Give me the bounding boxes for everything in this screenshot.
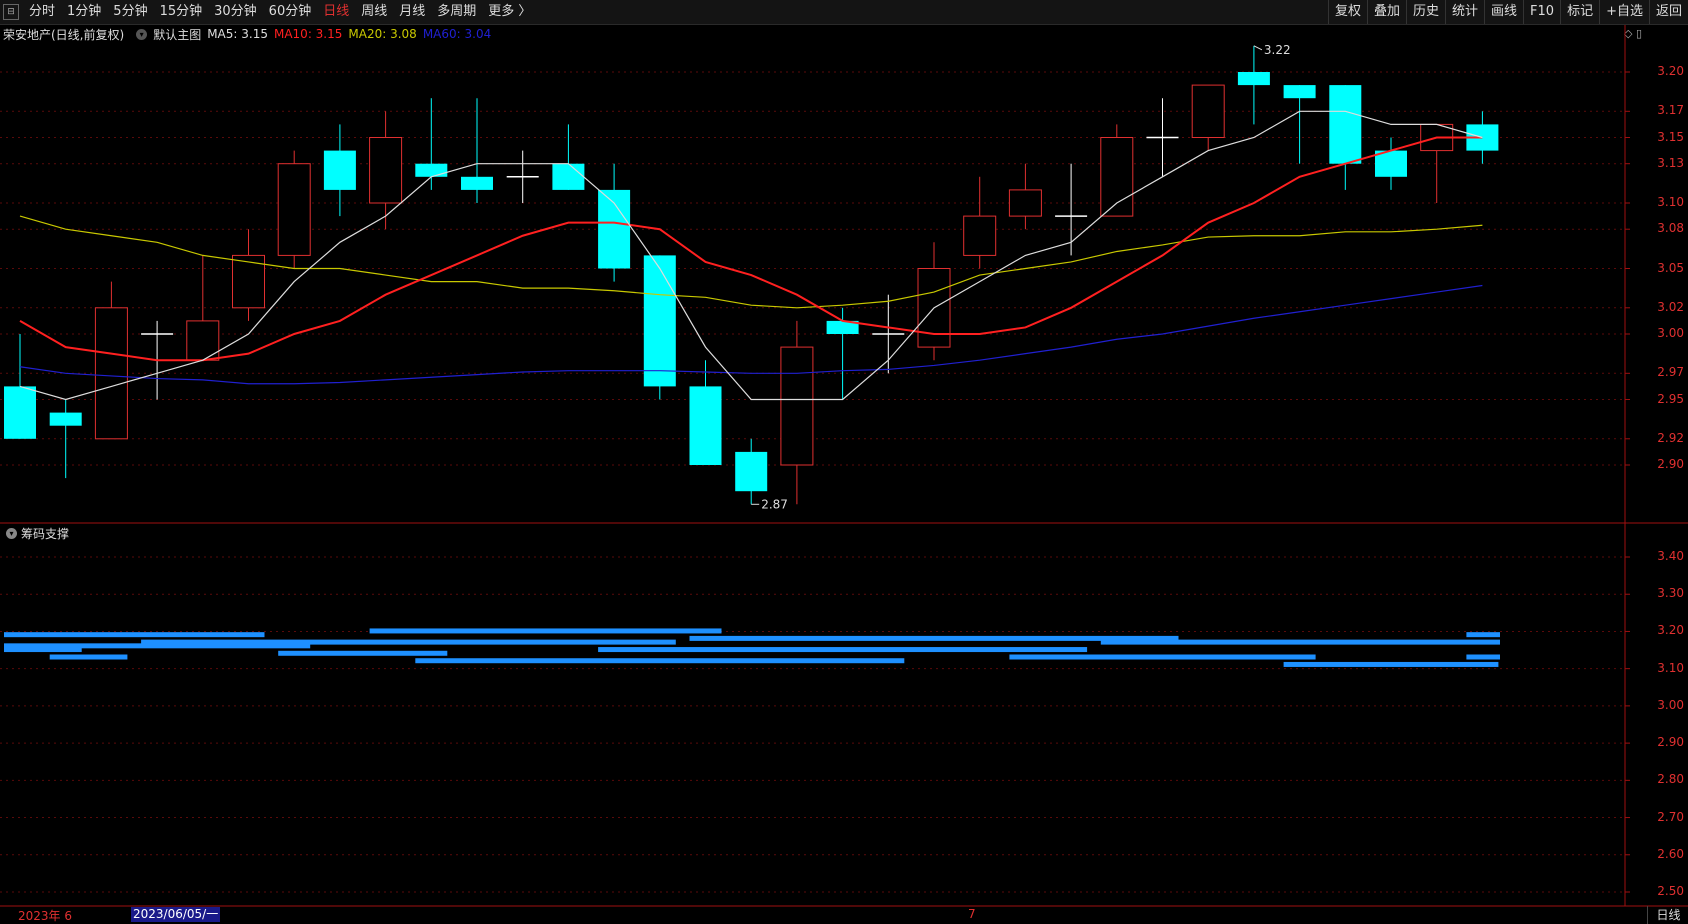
sub-axis-tick-label: 2.90	[1657, 735, 1684, 750]
chip-bar	[415, 658, 905, 664]
sub-axis-tick-label: 2.60	[1657, 846, 1684, 861]
candle-up	[1191, 84, 1225, 138]
candle-down	[1329, 85, 1362, 164]
date-axis-label: 2023年 6	[18, 909, 72, 923]
sub-axis-tick-label: 2.80	[1657, 772, 1684, 787]
main-axis-tick-label: 3.20	[1657, 64, 1684, 78]
main-axis-tick-label: 3.00	[1657, 326, 1684, 340]
candle-down	[598, 189, 631, 269]
candle-down	[4, 386, 36, 439]
main-axis-tick-label: 2.97	[1657, 365, 1684, 380]
main-axis-tick-label: 2.92	[1657, 430, 1684, 445]
candle-up	[1100, 137, 1134, 217]
chip-bar	[1100, 639, 1500, 645]
subchart-header: ▾ 筹码支撑	[0, 524, 69, 542]
candle-up	[94, 307, 128, 440]
candle-up	[369, 137, 403, 204]
cursor-date: 2023/06/05/一	[131, 907, 221, 922]
main-axis-tick-label: 3.08	[1657, 221, 1684, 236]
main-axis-tick-label: 2.90	[1657, 457, 1684, 471]
candle-down	[49, 412, 82, 426]
sub-axis-tick-label: 2.50	[1657, 884, 1684, 898]
chip-bar	[4, 647, 82, 653]
candle-down	[1237, 72, 1270, 86]
main-axis-tick-label: 3.10	[1657, 195, 1684, 209]
candle-down	[735, 451, 768, 492]
chip-bar	[1283, 661, 1499, 667]
low-label: 2.87	[761, 497, 788, 511]
candle-down	[323, 150, 356, 190]
high-label: 3.22	[1264, 43, 1291, 57]
main-axis-tick-label: 3.13	[1657, 155, 1684, 170]
candle-up	[963, 215, 997, 256]
candle-down	[552, 163, 585, 190]
chip-bar	[49, 654, 128, 660]
subchart-title: 筹码支撑	[21, 526, 70, 541]
sub-axis-tick-label: 3.00	[1657, 697, 1684, 712]
candle-down	[643, 255, 676, 387]
chip-bar	[598, 647, 1088, 653]
chip-bar	[278, 650, 448, 656]
chip-bar	[1466, 632, 1500, 638]
high-pointer	[1253, 45, 1263, 51]
main-axis-tick-label: 3.17	[1657, 103, 1684, 118]
period-tab[interactable]: 日线	[1647, 906, 1688, 924]
sub-axis-tick-label: 3.30	[1657, 586, 1684, 601]
ma10-line	[19, 136, 1483, 362]
candle-down	[461, 176, 493, 190]
candle-up	[1008, 189, 1042, 217]
sub-axis-tick-label: 3.40	[1657, 549, 1684, 563]
candle-up	[780, 346, 814, 466]
main-axis-tick-label: 3.15	[1657, 129, 1684, 144]
main-axis-tick-label: 3.02	[1657, 299, 1684, 314]
candle-down	[1283, 85, 1316, 99]
kline-chart[interactable]: 3.22 2.87	[0, 0, 1688, 924]
dropdown-icon[interactable]: ▾	[6, 527, 17, 539]
candle-up	[277, 163, 311, 256]
sub-axis-tick-label: 3.20	[1657, 623, 1684, 638]
chip-bar	[369, 628, 722, 634]
sub-axis-tick-label: 3.10	[1657, 660, 1684, 675]
main-axis-tick-label: 2.95	[1657, 391, 1684, 406]
chip-bar	[1009, 654, 1316, 660]
candle-down	[415, 163, 448, 177]
sub-axis-tick-label: 2.70	[1657, 809, 1684, 824]
candle-down	[689, 386, 722, 465]
date-axis: 2023年 6 2023/06/05/一 7 日线	[0, 906, 1688, 924]
chip-bar	[1466, 654, 1500, 660]
main-axis-tick-label: 3.05	[1657, 260, 1684, 275]
chip-bar	[4, 632, 265, 638]
month-mark: 7	[968, 907, 976, 921]
